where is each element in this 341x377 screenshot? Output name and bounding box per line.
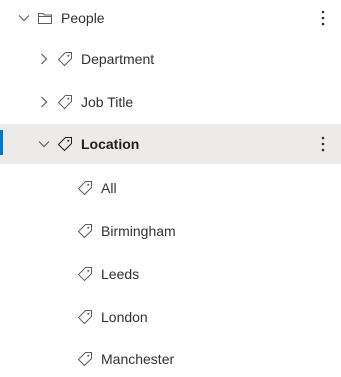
tag-icon bbox=[77, 309, 93, 325]
more-options-icon[interactable] bbox=[315, 134, 331, 154]
tree-term-all[interactable]: All bbox=[0, 170, 341, 206]
tree-node-label: Job Title bbox=[81, 94, 134, 110]
chevron-right-icon[interactable] bbox=[37, 95, 51, 109]
tag-icon bbox=[77, 266, 93, 282]
tag-icon bbox=[57, 136, 73, 152]
tree-node-label: People bbox=[61, 10, 105, 26]
tree-term-birmingham[interactable]: Birmingham bbox=[0, 213, 341, 249]
folder-icon bbox=[37, 10, 53, 26]
chevron-right-icon[interactable] bbox=[37, 52, 51, 66]
selection-indicator bbox=[0, 130, 3, 155]
tree-term-london[interactable]: London bbox=[0, 299, 341, 335]
tree-term-label: London bbox=[101, 309, 148, 325]
tree-node-job-title[interactable]: Job Title bbox=[0, 84, 341, 120]
tree-term-label: Manchester bbox=[101, 351, 175, 367]
tag-icon bbox=[77, 223, 93, 239]
tree-node-department[interactable]: Department bbox=[0, 41, 341, 77]
tree-node-location[interactable]: Location bbox=[0, 124, 341, 164]
more-options-icon[interactable] bbox=[315, 8, 331, 28]
chevron-down-icon[interactable] bbox=[37, 137, 51, 151]
tree-term-label: Birmingham bbox=[101, 223, 176, 239]
tree-term-manchester[interactable]: Manchester bbox=[0, 341, 341, 377]
tree-term-label: All bbox=[101, 180, 117, 196]
tree-node-label: Department bbox=[81, 51, 155, 67]
tree-node-label: Location bbox=[81, 136, 140, 152]
chevron-down-icon[interactable] bbox=[17, 11, 31, 25]
tag-icon bbox=[77, 351, 93, 367]
tree-term-label: Leeds bbox=[101, 266, 140, 282]
tag-icon bbox=[57, 51, 73, 67]
tree-node-people[interactable]: People bbox=[0, 0, 341, 36]
tag-icon bbox=[77, 180, 93, 196]
tree-term-leeds[interactable]: Leeds bbox=[0, 256, 341, 292]
tag-icon bbox=[57, 94, 73, 110]
